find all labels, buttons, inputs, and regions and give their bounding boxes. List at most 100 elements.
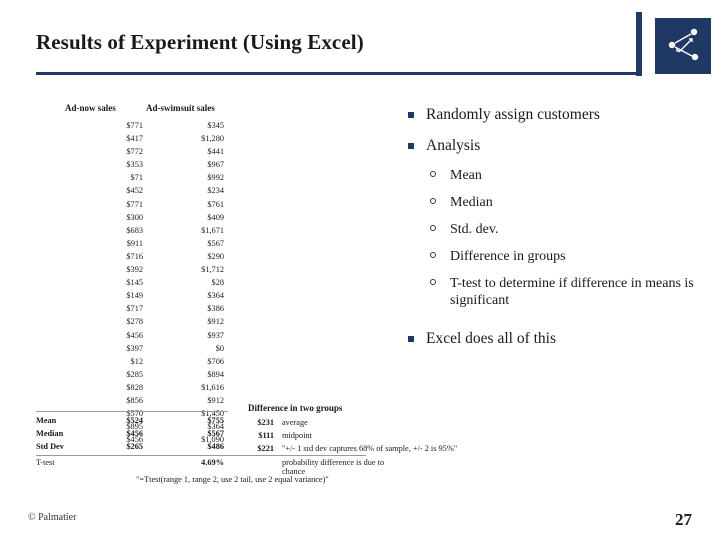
ttest-value: 4.69% <box>201 458 224 467</box>
bullet-item-mean: Mean <box>400 167 700 184</box>
table-row: $221 "+/- 1 std dev captures 68% of samp… <box>234 442 654 455</box>
column-header-ad-swimsuit: Ad-swimsuit sales <box>146 103 215 113</box>
cell: $567 <box>207 238 224 248</box>
cell: $771 <box>126 121 143 130</box>
cell: $894 <box>207 369 224 379</box>
cell: $1,671 <box>201 225 224 235</box>
cell: $0 <box>215 343 224 353</box>
stat-label: Std Dev <box>36 442 64 452</box>
page-number: 27 <box>675 510 692 529</box>
cell: $683 <box>126 225 143 235</box>
cell: $28 <box>211 278 224 288</box>
page-title: Results of Experiment (Using Excel) <box>36 30 364 54</box>
cell: $1,280 <box>201 134 224 144</box>
circle-bullet-icon <box>430 198 436 204</box>
ttest-formula: "=Ttest(range 1, range 2, use 2 tail, us… <box>136 475 329 484</box>
stat-label: Median <box>36 429 64 439</box>
spreadsheet-image: Ad-now sales Ad-swimsuit sales $771 $417… <box>36 103 457 488</box>
circle-bullet-icon <box>430 225 436 231</box>
cell: $1,712 <box>201 265 224 275</box>
spreadsheet-headers: Ad-now sales Ad-swimsuit sales <box>36 103 396 115</box>
difference-amount: $221 <box>257 444 274 454</box>
cell: $771 <box>126 199 143 209</box>
cell: $937 <box>207 330 224 340</box>
cell: $967 <box>207 160 224 170</box>
ttest-label: T-test <box>36 458 55 467</box>
difference-rows: $231 average $111 midpoint $221 "+/- 1 s… <box>234 416 654 455</box>
cell: $409 <box>207 212 224 222</box>
cell: $300 <box>126 212 143 222</box>
column-ad-now-values: $771 $417 $772 $353 $71 $452 $771 $300 $… <box>77 119 143 446</box>
cell: $353 <box>126 160 143 170</box>
bullet-item-median: Median <box>400 194 700 211</box>
cell: $828 <box>126 382 143 392</box>
square-bullet-icon <box>408 336 414 342</box>
difference-description: midpoint <box>282 431 312 441</box>
cell: $278 <box>126 317 143 327</box>
bullet-label: Analysis <box>426 137 481 154</box>
square-bullet-icon <box>408 112 414 118</box>
header-accent-bar <box>636 12 642 76</box>
cell: $364 <box>207 291 224 301</box>
stat-ad-swimsuit: $567 <box>207 429 224 439</box>
bullet-label: Difference in groups <box>450 249 566 264</box>
bullet-item-randomly-assign: Randomly assign customers <box>400 105 700 124</box>
copyright-credit: © Palmatier <box>28 512 77 523</box>
cell: $856 <box>126 395 143 405</box>
table-divider <box>36 455 366 456</box>
cell: $912 <box>207 317 224 327</box>
cell: $392 <box>126 265 143 275</box>
cell: $706 <box>207 356 224 366</box>
bullet-label: Excel does all of this <box>426 330 556 347</box>
cell: $912 <box>207 395 224 405</box>
cell: $149 <box>126 291 143 301</box>
table-row: $111 midpoint <box>234 429 654 442</box>
cell: $290 <box>207 251 224 261</box>
stat-ad-swimsuit: $486 <box>207 442 224 452</box>
column-ad-swimsuit-values: $345 $1,280 $441 $967 $992 $234 $761 $40… <box>158 119 224 446</box>
cell: $456 <box>126 330 143 340</box>
cell: $1,616 <box>201 382 224 392</box>
ttest-row: T-test 4.69% probability difference is d… <box>36 458 396 476</box>
bullet-item-excel: Excel does all of this <box>400 329 700 348</box>
bullet-label: Std. dev. <box>450 222 499 237</box>
bullet-label: Randomly assign customers <box>426 106 600 123</box>
table-divider <box>36 411 228 412</box>
bullet-item-std-dev: Std. dev. <box>400 221 700 238</box>
cell: $386 <box>207 304 224 314</box>
circle-bullet-icon <box>430 252 436 258</box>
cell: $285 <box>126 369 143 379</box>
cell: $761 <box>207 199 224 209</box>
stat-ad-now: $265 <box>126 442 143 452</box>
cell: $992 <box>207 173 224 183</box>
bullet-label: Mean <box>450 168 482 183</box>
cell: $911 <box>126 238 143 248</box>
difference-description: "+/- 1 std dev captures 68% of sample, +… <box>282 444 458 454</box>
bullet-item-analysis: Analysis <box>400 136 700 155</box>
cell: $12 <box>130 356 143 366</box>
difference-description: average <box>282 418 308 427</box>
cell: $417 <box>126 134 143 144</box>
cell: $772 <box>126 147 143 157</box>
difference-section-header: Difference in two groups <box>248 403 343 413</box>
table-row: $231 average <box>234 416 654 429</box>
stat-ad-now: $456 <box>126 429 143 439</box>
bullet-item-t-test: T-test to determine if difference in mea… <box>400 275 700 309</box>
cell: $71 <box>130 173 143 183</box>
cell: $234 <box>207 186 224 196</box>
difference-amount: $231 <box>257 418 274 427</box>
column-header-ad-now: Ad-now sales <box>65 103 116 113</box>
stat-ad-now: $524 <box>126 416 143 425</box>
logo <box>655 18 711 74</box>
bullet-label: Median <box>450 195 493 210</box>
square-bullet-icon <box>408 143 414 149</box>
cell: $345 <box>207 121 224 130</box>
cell: $716 <box>126 251 143 261</box>
difference-amount: $111 <box>258 431 274 441</box>
cell: $145 <box>126 278 143 288</box>
cell: $441 <box>207 147 224 157</box>
stat-ad-swimsuit: $755 <box>207 416 224 425</box>
title-divider <box>36 72 636 75</box>
cell: $717 <box>126 304 143 314</box>
circle-bullet-icon <box>430 279 436 285</box>
